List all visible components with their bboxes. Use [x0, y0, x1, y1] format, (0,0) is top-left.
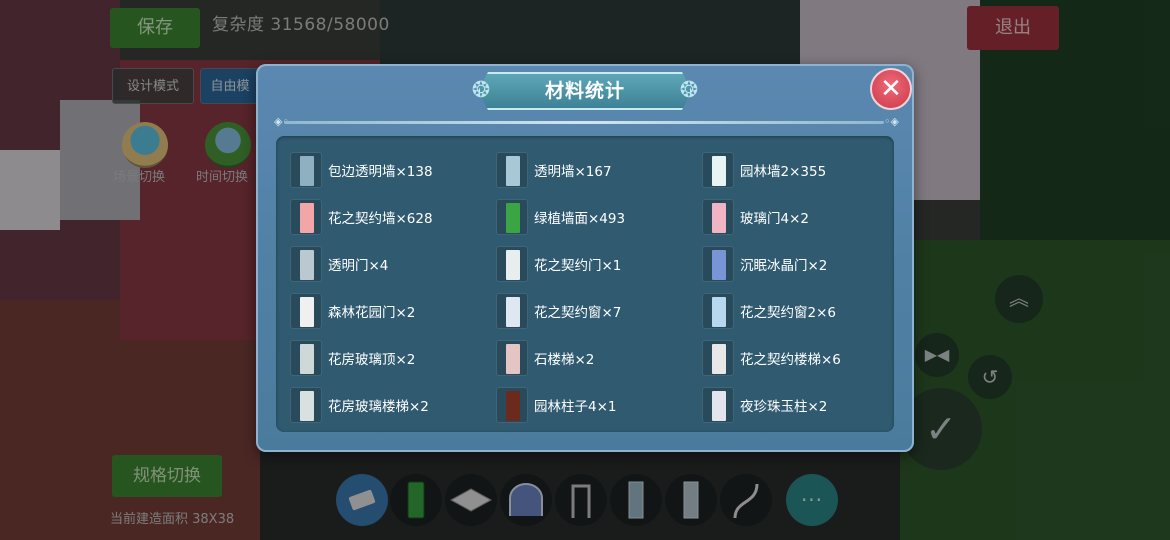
forest-garden-door-icon — [290, 292, 322, 329]
stone-stair-icon — [496, 339, 528, 376]
material-item: 包边透明墙×138 — [290, 146, 496, 193]
material-thumb-fill — [712, 202, 726, 233]
material-item: 花之契约窗2×6 — [702, 287, 890, 334]
material-thumb-fill — [300, 343, 314, 374]
material-item: 园林墙2×355 — [702, 146, 890, 193]
greenhouse-glass-stair-icon — [290, 386, 322, 423]
material-thumb-fill — [506, 249, 520, 280]
material-label: 花之契约窗×7 — [534, 304, 622, 321]
flower-contract-window2-icon — [702, 292, 734, 329]
flower-contract-wall-icon — [290, 198, 322, 235]
garden-wall-icon — [702, 151, 734, 188]
material-thumb-fill — [712, 296, 726, 327]
material-item: 夜珍珠玉柱×2 — [702, 381, 890, 428]
material-label: 花之契约门×1 — [534, 257, 622, 274]
material-item: 绿植墙面×493 — [496, 193, 702, 240]
material-label: 花之契约楼梯×6 — [740, 351, 841, 368]
material-list-panel: 包边透明墙×138 透明墙×167 园林墙2×355 花之契约墙×628 绿植墙面×49… — [276, 136, 894, 432]
material-label: 透明墙×167 — [534, 163, 612, 180]
material-item: 花房玻璃顶×2 — [290, 334, 496, 381]
material-item: 花之契约楼梯×6 — [702, 334, 890, 381]
material-item: 透明门×4 — [290, 240, 496, 287]
material-item: 花之契约门×1 — [496, 240, 702, 287]
material-label: 玻璃门4×2 — [740, 210, 809, 227]
material-item: 透明墙×167 — [496, 146, 702, 193]
flower-contract-window-icon — [496, 292, 528, 329]
glass-wall-icon — [496, 151, 528, 188]
material-item: 花之契约窗×7 — [496, 287, 702, 334]
material-label: 花房玻璃楼梯×2 — [328, 398, 429, 415]
material-thumb-fill — [506, 390, 520, 421]
material-label: 森林花园门×2 — [328, 304, 416, 321]
material-label: 花之契约窗2×6 — [740, 304, 836, 321]
material-item: 沉眠冰晶门×2 — [702, 240, 890, 287]
garden-pillar-icon — [496, 386, 528, 423]
close-button[interactable]: ✕ — [870, 68, 912, 110]
material-grid: 包边透明墙×138 透明墙×167 园林墙2×355 花之契约墙×628 绿植墙面×49… — [290, 146, 890, 428]
material-label: 沉眠冰晶门×2 — [740, 257, 828, 274]
material-label: 绿植墙面×493 — [534, 210, 626, 227]
flower-contract-stair-icon — [702, 339, 734, 376]
ice-crystal-door-icon — [702, 245, 734, 282]
material-thumb-fill — [506, 296, 520, 327]
material-thumb-fill — [712, 249, 726, 280]
material-thumb-fill — [300, 249, 314, 280]
material-label: 花房玻璃顶×2 — [328, 351, 416, 368]
material-label: 园林墙2×355 — [740, 163, 827, 180]
material-item: 森林花园门×2 — [290, 287, 496, 334]
material-thumb-fill — [712, 155, 726, 186]
greenhouse-glass-roof-icon — [290, 339, 322, 376]
material-item: 园林柱子4×1 — [496, 381, 702, 428]
material-thumb-fill — [300, 155, 314, 186]
material-thumb-fill — [506, 202, 520, 233]
material-item: 石楼梯×2 — [496, 334, 702, 381]
material-thumb-fill — [300, 296, 314, 327]
flower-contract-door-icon — [496, 245, 528, 282]
material-item: 花之契约墙×628 — [290, 193, 496, 240]
material-thumb-fill — [712, 390, 726, 421]
material-label: 园林柱子4×1 — [534, 398, 617, 415]
transparent-door-icon — [290, 245, 322, 282]
material-thumb-fill — [712, 343, 726, 374]
material-label: 石楼梯×2 — [534, 351, 595, 368]
edged-glass-wall-icon — [290, 151, 322, 188]
material-label: 花之契约墙×628 — [328, 210, 433, 227]
dialog-title: 材料统计 — [544, 80, 625, 102]
green-plant-wall-icon — [496, 198, 528, 235]
divider-ornament-icon: ◦◈ — [884, 115, 899, 128]
glass-door-icon — [702, 198, 734, 235]
material-item: 花房玻璃楼梯×2 — [290, 381, 496, 428]
material-stats-dialog: ❂ ❂ 材料统计 ✕ ◈◦ ◦◈ 包边透明墙×138 透明墙×167 园林墙2×35… — [256, 64, 914, 452]
material-thumb-fill — [300, 202, 314, 233]
material-thumb-fill — [506, 343, 520, 374]
material-label: 透明门×4 — [328, 257, 389, 274]
material-label: 夜珍珠玉柱×2 — [740, 398, 828, 415]
material-thumb-fill — [300, 390, 314, 421]
divider — [284, 121, 884, 124]
night-pearl-pillar-icon — [702, 386, 734, 423]
material-item: 玻璃门4×2 — [702, 193, 890, 240]
material-thumb-fill — [506, 155, 520, 186]
material-label: 包边透明墙×138 — [328, 163, 433, 180]
